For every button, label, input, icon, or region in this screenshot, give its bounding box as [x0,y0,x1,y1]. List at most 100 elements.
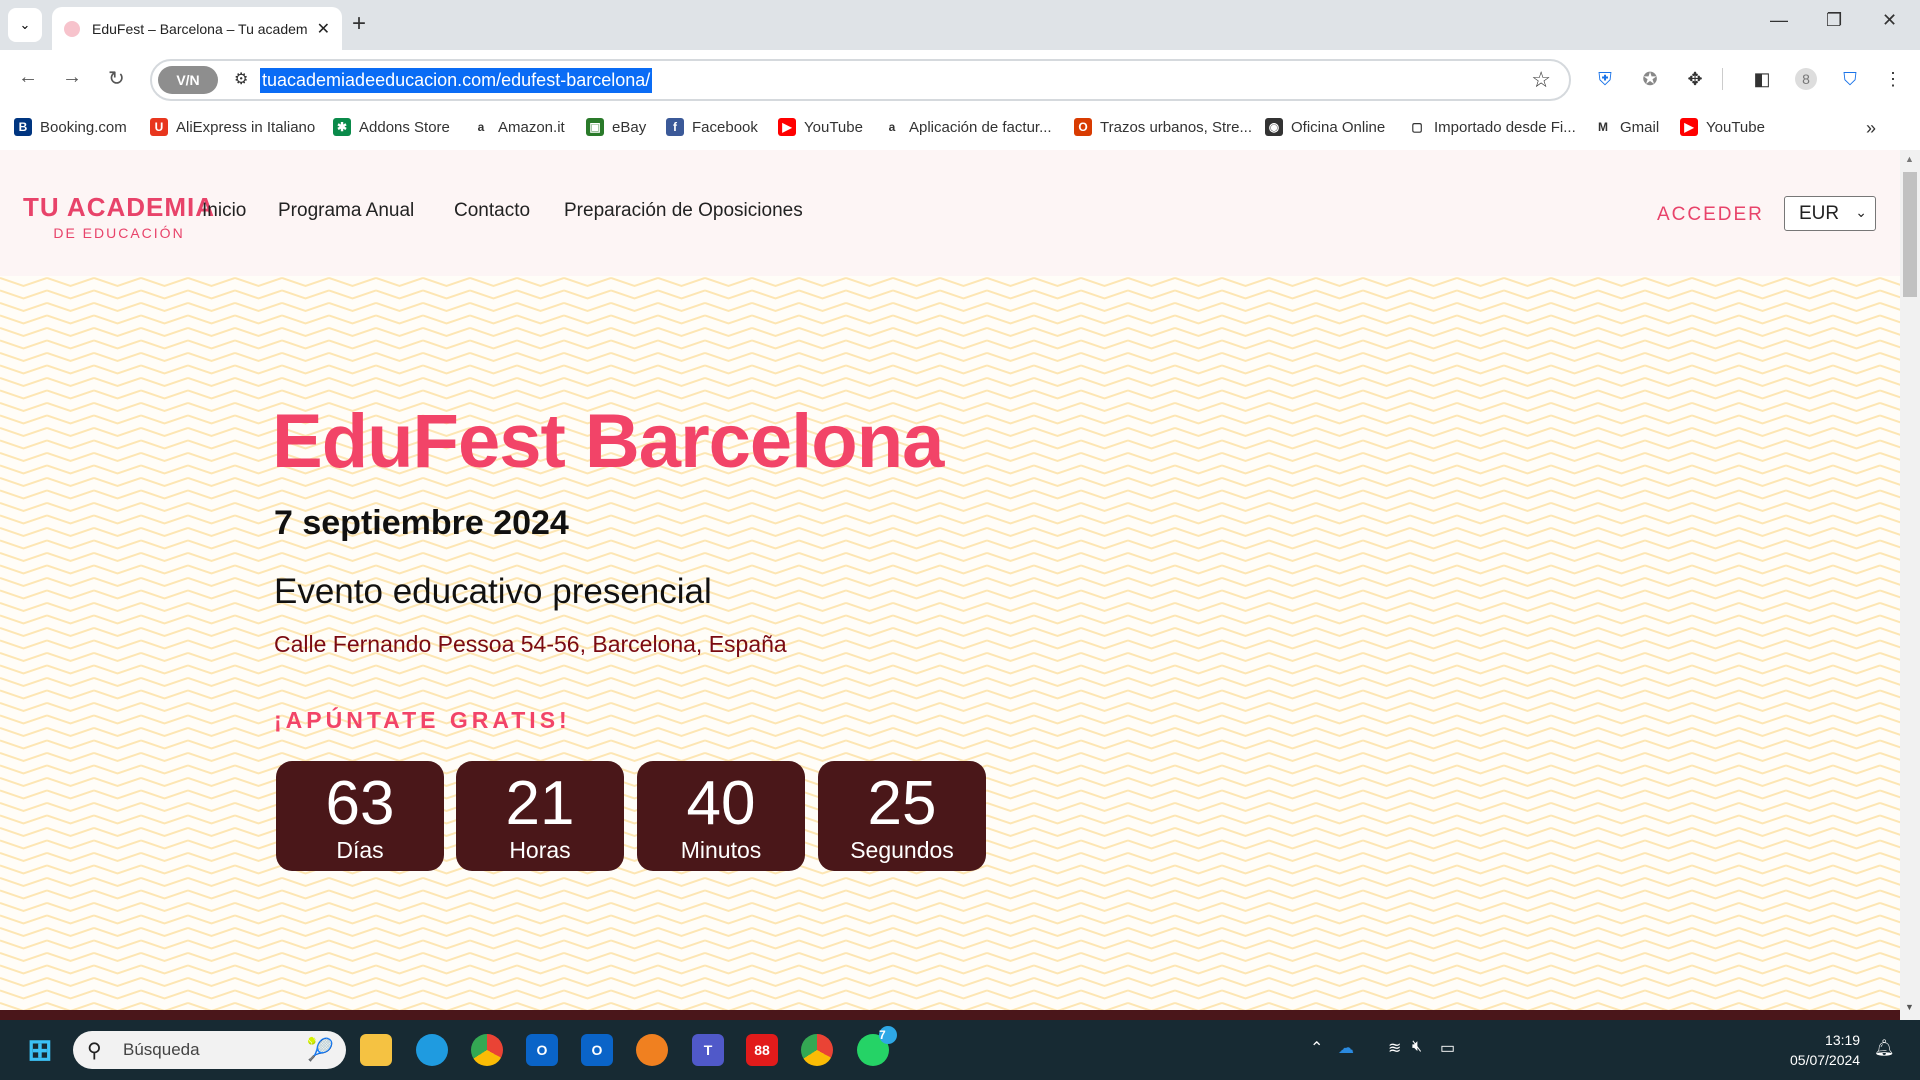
login-link[interactable]: ACCEDER [1657,204,1764,226]
bookmark-item[interactable]: a Aplicación de factur... [883,118,1052,136]
countdown-unit: Segundos [850,837,954,863]
shield-lock-icon[interactable]: ⛨ [1594,68,1616,90]
outlook-new-icon[interactable]: O [526,1034,558,1066]
countdown-unit: Horas [509,837,571,863]
currency-value: EUR [1799,203,1840,224]
bookmark-item[interactable]: a Amazon.it [472,118,565,136]
bookmark-label: Aplicación de factur... [909,118,1052,136]
menu-dots-icon[interactable]: ⋮ [1882,68,1904,90]
profile-avatar-icon[interactable]: 8 [1795,68,1817,90]
forward-icon[interactable]: → [62,66,82,89]
bookmark-item[interactable]: B Booking.com [14,118,127,136]
tab-active[interactable]: EduFest – Barcelona – Tu academia de edu… [52,7,342,50]
bookmark-label: Booking.com [40,118,127,136]
windows-start-icon[interactable]: ⊞ [24,1034,56,1067]
reload-icon[interactable]: ↻ [108,66,125,91]
side-panel-icon[interactable]: ◧ [1751,68,1773,90]
restore-icon[interactable]: ❐ [1826,10,1842,31]
time: 13:19 [1825,1032,1861,1048]
event-subtitle: Evento educativo presencial [274,572,712,611]
clock[interactable]: 13:19 05/07/2024 [1790,1030,1860,1070]
countdown-unit: Días [336,837,384,863]
vpn-app-icon[interactable] [636,1034,668,1066]
tab-strip: ⌄ EduFest – Barcelona – Tu academia de e… [0,0,1920,50]
vpn-badge[interactable]: V/N [158,66,218,94]
notification-badge: 7 [879,1026,897,1044]
event-date: 7 septiembre 2024 [274,504,569,542]
site-settings-icon[interactable]: ⚙ [234,69,248,89]
whatsapp-icon[interactable]: 7 [857,1026,897,1066]
wifi-icon[interactable]: ≋ [1388,1038,1401,1058]
tennis-icon: 🎾 [306,1037,334,1062]
battery-icon[interactable]: ▭ [1440,1038,1455,1058]
more-bookmarks-icon[interactable]: » [1866,118,1876,139]
bookmark-item[interactable]: U AliExpress in Italiano [150,118,315,136]
scrollbar-thumb[interactable] [1903,172,1917,297]
footer-bar [0,1010,1900,1020]
bookmark-item[interactable]: O Trazos urbanos, Stre... [1074,118,1252,136]
bookmark-favicon-icon: ▣ [586,118,604,136]
nav-programa-anual[interactable]: Programa Anual [278,200,414,222]
bookmark-label: Facebook [692,118,758,136]
bookmark-label: YouTube [804,118,863,136]
app-88-icon[interactable]: 88 [746,1034,778,1066]
site-header: TU ACADEMIA DE EDUCACIÓN Inicio Programa… [0,150,1900,276]
bookmark-label: Amazon.it [498,118,565,136]
close-tab-icon[interactable]: ✕ [317,19,330,39]
nav-inicio[interactable]: Inicio [202,200,246,222]
bookmark-star-icon[interactable]: ☆ [1531,67,1551,93]
volume-muted-icon[interactable]: 🔇︎ [1412,1038,1422,1056]
onedrive-icon[interactable]: ☁ [1338,1038,1354,1058]
bookmarks-bar: B Booking.com U AliExpress in Italiano ✱ Addo… [0,108,1920,150]
scroll-down-icon[interactable]: ▼ [1905,1002,1914,1012]
logo[interactable]: TU ACADEMIA DE EDUCACIÓN [23,192,215,241]
bookmark-label: Trazos urbanos, Stre... [1100,118,1253,136]
url-text[interactable]: tuacademiadeeducacion.com/edufest-barcel… [260,68,653,93]
teams-icon[interactable]: T [692,1034,724,1066]
bookmark-item[interactable]: M Gmail [1594,118,1659,136]
countdown-value: 21 [505,769,575,838]
page-scrollbar[interactable]: ▲ ▼ [1900,150,1920,1020]
chrome-icon[interactable] [471,1034,503,1066]
tab-search-button[interactable]: ⌄ [8,8,42,42]
bookmark-favicon-icon: O [1074,118,1092,136]
bookmark-item[interactable]: f Facebook [666,118,758,136]
outlook-icon[interactable]: O [581,1034,613,1066]
bookmark-item[interactable]: ◉ Oficina Online [1265,118,1385,136]
bookmark-item[interactable]: ▶ YouTube [778,118,863,136]
new-tab-button[interactable]: + [352,10,366,38]
chrome-profile-icon[interactable] [801,1034,833,1066]
bookmark-favicon-icon: a [472,118,490,136]
bookmark-item[interactable]: ▣ eBay [586,118,646,136]
shield-check-icon[interactable]: ⛉ [1839,68,1861,90]
currency-select[interactable]: EUR ⌄ [1784,196,1876,231]
countdown-days: 63 Días [276,761,444,871]
bookmark-favicon-icon: ▶ [778,118,796,136]
scroll-up-icon[interactable]: ▲ [1905,154,1914,164]
file-explorer-icon[interactable] [360,1034,392,1066]
extensions-icon[interactable]: ✥ [1684,68,1706,90]
edge-icon[interactable] [416,1034,448,1066]
nav-preparacion-oposiciones[interactable]: Preparación de Oposiciones [564,200,803,222]
nav-contacto[interactable]: Contacto [454,200,530,222]
bookmark-item[interactable]: ▢ Importado desde Fi... [1408,118,1576,136]
notifications-icon[interactable]: 🔔︎ [1874,1038,1894,1058]
search-placeholder: Búsqueda [123,1040,200,1059]
back-icon[interactable]: ← [18,66,38,89]
show-hidden-icons[interactable]: ⌃ [1310,1038,1323,1058]
bookmark-item[interactable]: ▶ YouTube [1680,118,1765,136]
signup-cta[interactable]: ¡APÚNTATE GRATIS! [274,707,571,734]
bookmark-favicon-icon: M [1594,118,1612,136]
address-bar[interactable]: V/N ⚙ tuacademiadeeducacion.com/edufest-… [150,59,1571,101]
minimize-icon[interactable]: — [1770,10,1788,31]
event-address: Calle Fernando Pessoa 54-56, Barcelona, … [274,631,787,657]
bookmark-item[interactable]: ✱ Addons Store [333,118,450,136]
taskbar-search[interactable]: ⚲ Búsqueda 🎾 [73,1031,346,1069]
countdown-unit: Minutos [680,837,762,863]
bookmark-label: AliExpress in Italiano [176,118,316,136]
close-window-icon[interactable]: ✕ [1882,10,1897,31]
verified-badge-icon[interactable]: ✪ [1639,68,1661,90]
chevron-down-icon: ⌄ [1855,204,1867,220]
countdown-minutes: 40 Minutos [637,761,805,871]
bookmark-label: Gmail [1620,118,1660,136]
